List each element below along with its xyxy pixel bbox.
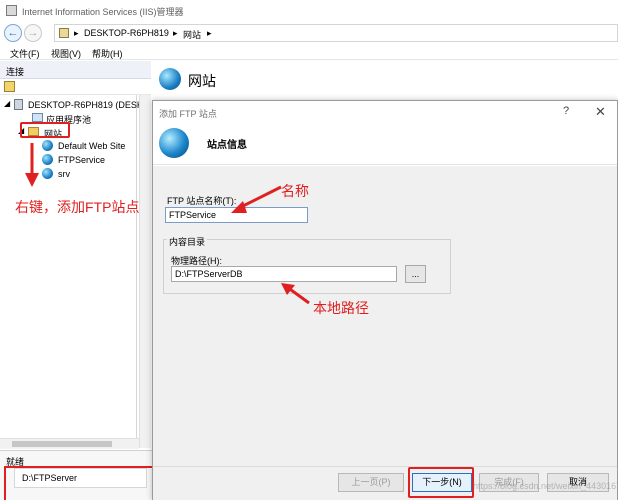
previous-button[interactable]: 上一页(P): [338, 473, 404, 492]
watermark: https://blog.csdn.net/weixin_44301676: [473, 481, 618, 491]
address-field[interactable]: ▸ DESKTOP-R6PH819 ▸ 网站 ▸: [54, 24, 618, 42]
main-header: 网站: [151, 61, 618, 99]
server-icon: [14, 99, 23, 110]
breadcrumb-separator-icon: ▸: [207, 28, 212, 38]
highlight-box-sites: [20, 122, 70, 138]
site-name-value: FTPService: [169, 210, 217, 220]
annotation-arrow-path: [281, 283, 310, 305]
sites-globe-icon: [159, 68, 181, 90]
forward-button[interactable]: →: [24, 24, 42, 42]
highlight-box-status: [4, 466, 154, 500]
tree-item-label: FTPService: [58, 155, 106, 165]
iis-app-icon: [6, 5, 17, 16]
breadcrumb-sites[interactable]: 网站: [183, 28, 201, 41]
tree-horizontal-scrollbar[interactable]: [0, 438, 139, 449]
location-icon: [59, 28, 69, 38]
dialog-page-title: 站点信息: [207, 140, 247, 151]
menu-file[interactable]: 文件(F): [10, 47, 40, 60]
connections-header: 连接: [0, 61, 151, 79]
dialog-titlebar: 添加 FTP 站点 ? ✕: [153, 101, 617, 123]
app-pool-icon: [32, 113, 43, 122]
tree-item-label: Default Web Site: [58, 141, 126, 151]
help-button[interactable]: ?: [563, 105, 569, 117]
main-title: 网站: [188, 73, 216, 89]
tree-item-label: srv: [58, 169, 70, 179]
globe-icon: [42, 154, 53, 165]
connections-toolbar: [0, 79, 151, 95]
back-button[interactable]: ←: [4, 24, 22, 42]
globe-icon: [159, 128, 189, 158]
menu-view[interactable]: 视图(V): [51, 47, 81, 60]
globe-icon: [42, 140, 53, 151]
add-ftp-site-dialog: 添加 FTP 站点 ? ✕ 站点信息 FTP 站点名称(T): FTPServi…: [152, 100, 618, 500]
annotation-local-path: 本地路径: [313, 300, 369, 316]
physical-path-value: D:\FTPServerDB: [175, 269, 243, 279]
physical-path-input[interactable]: D:\FTPServerDB: [171, 266, 397, 282]
annotation-arrow-down: [25, 143, 39, 187]
menu-help[interactable]: 帮助(H): [92, 47, 123, 60]
scrollbar-thumb[interactable]: [12, 441, 112, 447]
expand-arrow-icon[interactable]: ◢: [4, 99, 10, 108]
globe-icon: [42, 168, 53, 179]
content-directory-title: 内容目录: [167, 235, 208, 248]
connect-icon[interactable]: [4, 81, 15, 92]
menu-bar: 文件(F) 视图(V) 帮助(H): [0, 44, 618, 60]
close-button[interactable]: ✕: [595, 104, 606, 120]
tree-item-label: DESKTOP-R6PH819 (DESKT: [28, 100, 149, 110]
window-titlebar: Internet Information Services (IIS)管理器: [0, 0, 618, 22]
browse-button[interactable]: ...: [405, 265, 426, 283]
dialog-header: 站点信息: [153, 123, 617, 165]
breadcrumb-server[interactable]: DESKTOP-R6PH819: [84, 28, 169, 38]
dialog-title: 添加 FTP 站点: [159, 109, 217, 119]
back-arrow-icon: ←: [7, 27, 19, 39]
connections-title: 连接: [6, 67, 25, 77]
breadcrumb-separator-icon: ▸: [74, 28, 79, 38]
breadcrumb-separator-icon: ▸: [173, 28, 178, 38]
annotation-arrow-name: [231, 185, 282, 213]
window-title: Internet Information Services (IIS)管理器: [22, 7, 184, 17]
annotation-name: 名称: [281, 183, 309, 199]
tree-vertical-scrollbar[interactable]: [139, 95, 151, 448]
connections-tree: ◢ DESKTOP-R6PH819 (DESKT 应用程序池 ◢ 网站 Defa…: [0, 95, 148, 448]
annotation-right-click-add-ftp: 右键，添加FTP站点: [15, 199, 140, 215]
forward-arrow-icon: →: [27, 27, 39, 39]
highlight-box-next: [408, 467, 474, 498]
address-bar: ← → ▸ DESKTOP-R6PH819 ▸ 网站 ▸: [0, 22, 618, 44]
